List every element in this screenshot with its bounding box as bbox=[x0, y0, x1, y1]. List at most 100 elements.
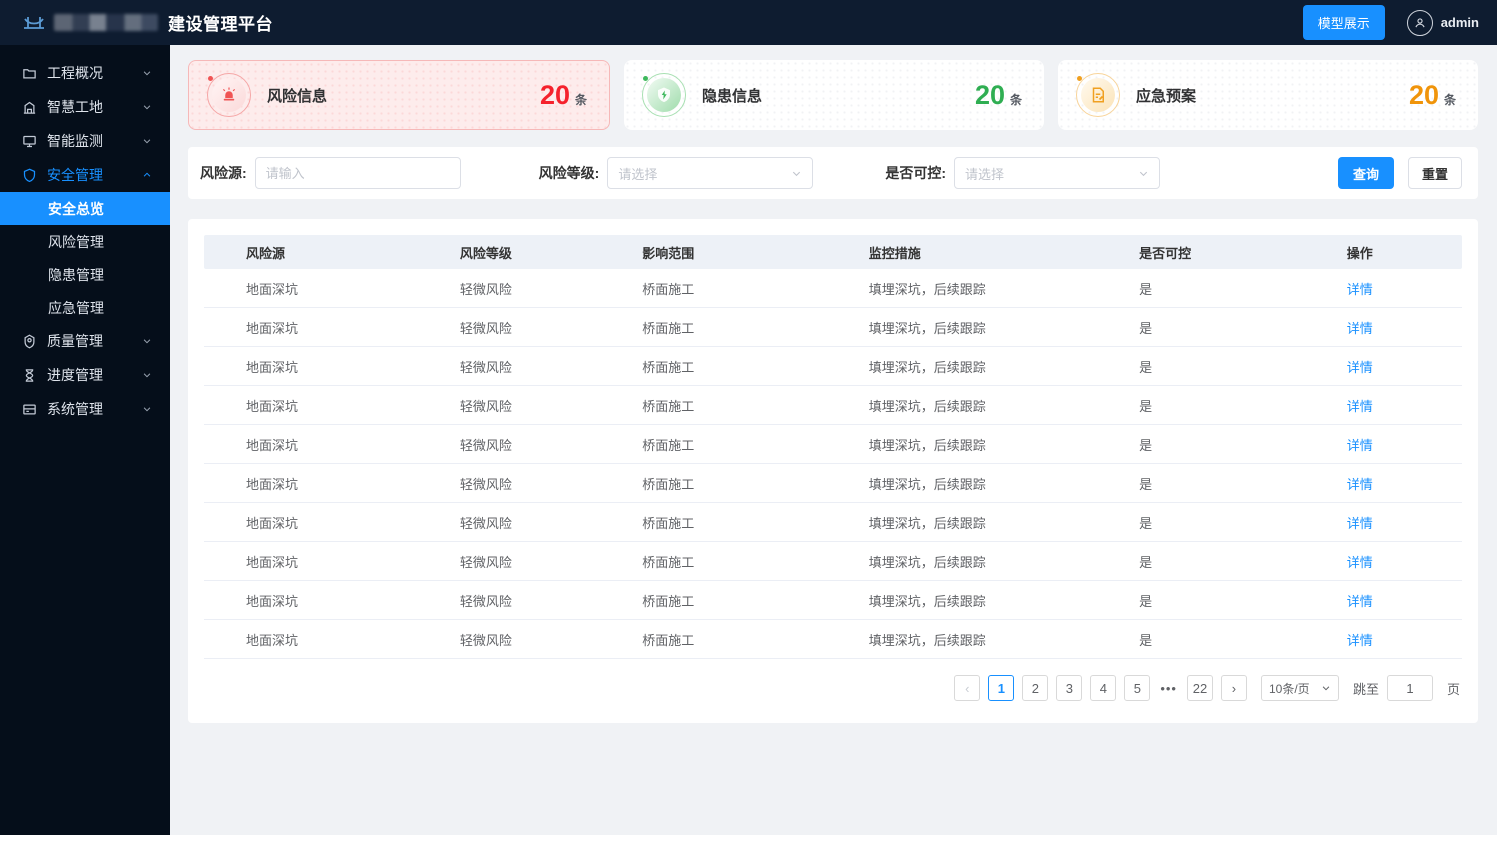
cell-impact-scope: 桥面施工 bbox=[642, 281, 695, 297]
cell-impact-scope: 桥面施工 bbox=[642, 476, 695, 492]
sidebar-item-project-overview[interactable]: 工程概况 bbox=[0, 56, 170, 90]
page-button-5[interactable]: 5 bbox=[1124, 675, 1151, 701]
card-label: 应急预案 bbox=[1136, 87, 1197, 105]
table-row: 地面深坑 轻微风险 桥面施工 填埋深坑，后续跟踪 是 详情 bbox=[204, 464, 1462, 503]
sidebar-item-smart-monitoring[interactable]: 智能监测 bbox=[0, 124, 170, 158]
cell-monitoring: 填埋深坑，后续跟踪 bbox=[868, 320, 986, 336]
page-button-1[interactable]: 1 bbox=[988, 675, 1015, 701]
risk-table-panel: 风险源 风险等级 影响范围 监控措施 是否可控 操作 地面深坑 轻微风险 桥面施… bbox=[188, 219, 1478, 723]
chevron-up-icon bbox=[142, 170, 152, 180]
cell-monitoring: 填埋深坑，后续跟踪 bbox=[868, 359, 986, 375]
table-row: 地面深坑 轻微风险 桥面施工 填埋深坑，后续跟踪 是 详情 bbox=[204, 620, 1462, 659]
cell-risk-level: 轻微风险 bbox=[459, 632, 512, 648]
cell-risk-source: 地面深坑 bbox=[246, 515, 299, 531]
filter-bar: 风险源: 风险等级: 请选择 是否可控: 请选择 查询 重置 bbox=[188, 147, 1478, 199]
folder-icon bbox=[22, 66, 37, 81]
cell-risk-source: 地面深坑 bbox=[246, 593, 299, 609]
cell-impact-scope: 桥面施工 bbox=[642, 632, 695, 648]
sidebar-subitem-risk-management[interactable]: 风险管理 bbox=[0, 225, 170, 258]
page-button-4[interactable]: 4 bbox=[1090, 675, 1117, 701]
prev-page-button[interactable]: ‹ bbox=[954, 675, 981, 701]
reset-button[interactable]: 重置 bbox=[1407, 157, 1462, 189]
column-header: 影响范围 bbox=[642, 245, 695, 261]
cell-impact-scope: 桥面施工 bbox=[642, 437, 695, 453]
page-button-3[interactable]: 3 bbox=[1056, 675, 1083, 701]
pagination-ellipsis: ••• bbox=[1160, 680, 1177, 696]
column-header: 操作 bbox=[1346, 245, 1373, 261]
cell-risk-source: 地面深坑 bbox=[246, 281, 299, 297]
detail-link[interactable]: 详情 bbox=[1347, 321, 1373, 336]
cell-monitoring: 填埋深坑，后续跟踪 bbox=[868, 398, 986, 414]
table-row: 地面深坑 轻微风险 桥面施工 填埋深坑，后续跟踪 是 详情 bbox=[204, 269, 1462, 308]
bridge-logo-icon bbox=[22, 11, 46, 35]
search-button[interactable]: 查询 bbox=[1337, 157, 1394, 189]
cell-monitoring: 填埋深坑，后续跟踪 bbox=[868, 593, 986, 609]
next-page-button[interactable]: › bbox=[1220, 675, 1247, 701]
bottom-strip bbox=[0, 835, 1497, 842]
emergency-plan-card[interactable]: 应急预案 20 条 bbox=[1058, 60, 1478, 130]
sidebar-item-quality-management[interactable]: 质量管理 bbox=[0, 324, 170, 358]
chevron-down-icon bbox=[1138, 168, 1149, 179]
sidebar-item-label: 进度管理 bbox=[47, 367, 103, 383]
chevron-down-icon bbox=[1321, 683, 1331, 693]
risk-info-card[interactable]: 风险信息 20 条 bbox=[188, 60, 610, 130]
card-unit: 条 bbox=[574, 92, 587, 107]
cell-controllable: 是 bbox=[1139, 515, 1153, 531]
page-button-2[interactable]: 2 bbox=[1022, 675, 1049, 701]
model-display-button[interactable]: 模型展示 bbox=[1302, 5, 1385, 40]
chevron-down-icon bbox=[142, 102, 152, 112]
cell-risk-level: 轻微风险 bbox=[459, 281, 512, 297]
redacted-title-text bbox=[54, 14, 158, 31]
card-unit: 条 bbox=[1443, 92, 1456, 107]
user-menu[interactable]: admin bbox=[1406, 9, 1479, 36]
cell-risk-level: 轻微风险 bbox=[459, 554, 512, 570]
cell-controllable: 是 bbox=[1139, 476, 1153, 492]
cell-monitoring: 填埋深坑，后续跟踪 bbox=[868, 515, 986, 531]
detail-link[interactable]: 详情 bbox=[1347, 555, 1373, 570]
cell-controllable: 是 bbox=[1139, 632, 1153, 648]
risk-source-input[interactable] bbox=[254, 157, 461, 189]
monitor-icon bbox=[22, 134, 37, 149]
document-edit-icon bbox=[1076, 73, 1120, 117]
sidebar-item-system-management[interactable]: 系统管理 bbox=[0, 392, 170, 426]
page-button-22[interactable]: 22 bbox=[1186, 675, 1213, 701]
cell-impact-scope: 桥面施工 bbox=[642, 515, 695, 531]
sidebar-item-label: 安全管理 bbox=[47, 167, 103, 183]
detail-link[interactable]: 详情 bbox=[1347, 594, 1373, 609]
detail-link[interactable]: 详情 bbox=[1347, 282, 1373, 297]
detail-link[interactable]: 详情 bbox=[1347, 438, 1373, 453]
column-header: 监控措施 bbox=[868, 245, 921, 261]
detail-link[interactable]: 详情 bbox=[1347, 516, 1373, 531]
detail-link[interactable]: 详情 bbox=[1347, 477, 1373, 492]
sidebar-item-progress-management[interactable]: 进度管理 bbox=[0, 358, 170, 392]
cell-risk-level: 轻微风险 bbox=[459, 593, 512, 609]
detail-link[interactable]: 详情 bbox=[1347, 633, 1373, 648]
table-row: 地面深坑 轻微风险 桥面施工 填埋深坑，后续跟踪 是 详情 bbox=[204, 503, 1462, 542]
cell-risk-level: 轻微风险 bbox=[459, 515, 512, 531]
jump-page-input[interactable] bbox=[1386, 675, 1433, 701]
top-header: 建设管理平台 模型展示 admin bbox=[0, 0, 1497, 45]
cell-impact-scope: 桥面施工 bbox=[642, 359, 695, 375]
table-body: 地面深坑 轻微风险 桥面施工 填埋深坑，后续跟踪 是 详情 地面深坑 轻微风险 … bbox=[204, 269, 1462, 659]
cell-impact-scope: 桥面施工 bbox=[642, 320, 695, 336]
detail-link[interactable]: 详情 bbox=[1347, 360, 1373, 375]
controllable-select[interactable]: 请选择 bbox=[954, 157, 1161, 189]
sidebar-item-safety-management[interactable]: 安全管理 bbox=[0, 158, 170, 192]
page-size-select[interactable]: 10条/页 bbox=[1260, 675, 1339, 701]
sidebar-item-smart-site[interactable]: 智慧工地 bbox=[0, 90, 170, 124]
sidebar-item-label: 质量管理 bbox=[47, 333, 103, 349]
detail-link[interactable]: 详情 bbox=[1347, 399, 1373, 414]
cell-controllable: 是 bbox=[1139, 281, 1153, 297]
cell-risk-source: 地面深坑 bbox=[246, 632, 299, 648]
risk-level-select[interactable]: 请选择 bbox=[607, 157, 814, 189]
cell-risk-source: 地面深坑 bbox=[246, 320, 299, 336]
sidebar-subitem-hazard-management[interactable]: 隐患管理 bbox=[0, 258, 170, 291]
cell-risk-level: 轻微风险 bbox=[459, 437, 512, 453]
progress-icon bbox=[22, 368, 37, 383]
select-placeholder: 请选择 bbox=[965, 166, 1005, 182]
hazard-info-card[interactable]: 隐患信息 20 条 bbox=[624, 60, 1044, 130]
chevron-down-icon bbox=[142, 336, 152, 346]
sidebar-subitem-safety-overview[interactable]: 安全总览 bbox=[0, 192, 170, 225]
sidebar-subitem-emergency-management[interactable]: 应急管理 bbox=[0, 291, 170, 324]
cell-monitoring: 填埋深坑，后续跟踪 bbox=[868, 281, 986, 297]
